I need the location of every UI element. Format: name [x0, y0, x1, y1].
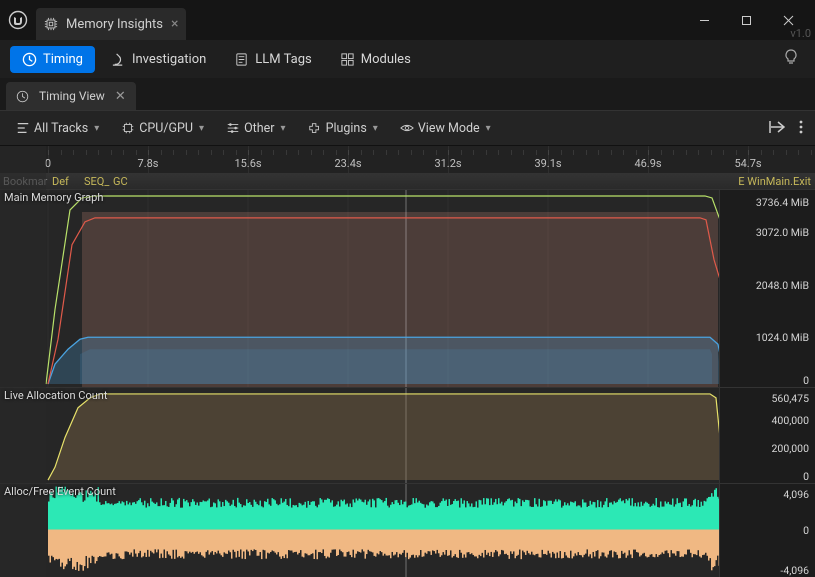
time-tick: 31.2s	[434, 157, 461, 170]
chevron-down-icon: ▾	[486, 123, 491, 134]
time-tick: 46.9s	[634, 157, 661, 170]
y-axis: 560,475 400,000 200,000 0	[719, 388, 815, 483]
clock-icon	[16, 90, 29, 103]
mode-modules[interactable]: Modules	[328, 46, 423, 73]
cpu-icon	[121, 121, 135, 135]
y-tick: 400,000	[772, 414, 809, 427]
subtab-timing-view[interactable]: Timing View ✕	[6, 82, 136, 110]
bookmark[interactable]: GC	[113, 174, 128, 189]
microscope-icon	[111, 52, 126, 67]
y-tick: 0	[803, 374, 809, 387]
clock-icon	[22, 52, 37, 67]
y-tick: 3072.0 MiB	[756, 226, 809, 239]
close-icon[interactable]: ×	[171, 16, 178, 32]
mode-label: Modules	[361, 52, 411, 67]
close-window-button[interactable]	[767, 5, 809, 35]
more-options-button[interactable]	[795, 115, 807, 142]
mode-investigation[interactable]: Investigation	[99, 46, 218, 73]
track-alloc-free[interactable]: Alloc/Free Event Count 4,096 0 -4,096	[0, 483, 815, 577]
filter-plugins[interactable]: Plugins ▾	[300, 117, 386, 140]
filter-cpu-gpu[interactable]: CPU/GPU ▾	[113, 117, 212, 140]
y-tick: 2048.0 MiB	[756, 279, 809, 292]
y-axis: 3736.4 MiB 3072.0 MiB 2048.0 MiB 1024.0 …	[719, 190, 815, 387]
notes-icon	[234, 52, 249, 67]
sliders-icon	[226, 121, 240, 135]
bookmark[interactable]: E WinMain.Exit	[738, 174, 811, 189]
lightbulb-icon	[783, 49, 799, 65]
time-tick: 54.7s	[734, 157, 761, 170]
mode-label: Investigation	[132, 52, 206, 67]
alloc-free-chart	[0, 484, 815, 577]
y-tick: 200,000	[772, 442, 809, 455]
maximize-button[interactable]	[725, 5, 767, 35]
subtab-row: Timing View ✕	[0, 78, 815, 110]
filter-all-tracks[interactable]: All Tracks ▾	[8, 117, 107, 140]
filter-toolbar: All Tracks ▾ CPU/GPU ▾ Other ▾ Plugins ▾ Vie…	[0, 110, 815, 146]
y-tick: 4,096	[783, 488, 809, 501]
chevron-down-icon: ▾	[94, 123, 99, 134]
dock-right-button[interactable]	[765, 115, 789, 142]
mode-timing[interactable]: Timing	[10, 46, 95, 73]
y-tick: 560,475	[772, 392, 809, 405]
chip-icon	[44, 17, 58, 31]
filter-label: Other	[244, 121, 274, 136]
app-tab-memory-insights[interactable]: Memory Insights ×	[36, 8, 186, 40]
app-logo	[0, 0, 36, 40]
filter-label: All Tracks	[34, 121, 88, 136]
track-title: Bookmar	[3, 174, 47, 189]
y-tick: -4,096	[780, 564, 809, 577]
y-tick: 1024.0 MiB	[756, 331, 809, 344]
track-main-memory[interactable]: Main Memory Graph 3736.4 MiB 3072.0 MiB …	[0, 189, 815, 387]
time-tick: 23.4s	[334, 157, 361, 170]
subtab-label: Timing View	[39, 89, 105, 103]
y-tick: 3736.4 MiB	[756, 196, 809, 209]
chevron-down-icon: ▾	[281, 123, 286, 134]
track-live-allocation[interactable]: Live Allocation Count 560,475 400,000 20…	[0, 387, 815, 483]
app-tab-label: Memory Insights	[66, 17, 163, 32]
bookmark[interactable]: SEQ_	[84, 174, 109, 189]
y-tick: 0	[803, 470, 809, 483]
close-icon[interactable]: ✕	[115, 89, 126, 104]
mode-toolbar: Timing Investigation LLM Tags Modules	[0, 40, 815, 78]
time-tick: 0	[45, 157, 51, 170]
time-tick: 15.6s	[234, 157, 261, 170]
mode-label: LLM Tags	[255, 52, 311, 67]
mode-label: Timing	[43, 52, 83, 67]
time-tick: 7.8s	[138, 157, 159, 170]
filter-other[interactable]: Other ▾	[218, 117, 293, 140]
bookmarks-track[interactable]: Bookmar Def SEQ_ GC E WinMain.Exit	[0, 174, 815, 189]
filter-label: Plugins	[326, 121, 367, 136]
timeline-view[interactable]: 0 7.8s 15.6s 23.4s 31.2s 39.1s 46.9s 54.7s Book…	[0, 146, 815, 577]
bookmark[interactable]: Def	[52, 174, 69, 189]
hints-button[interactable]	[777, 45, 805, 73]
time-tick: 39.1s	[534, 157, 561, 170]
y-tick: 0	[803, 524, 809, 537]
track-title: Main Memory Graph	[4, 191, 103, 204]
live-alloc-chart	[0, 388, 815, 483]
memory-chart	[0, 190, 815, 387]
filter-view-mode[interactable]: View Mode ▾	[392, 117, 499, 140]
time-ruler[interactable]: 0 7.8s 15.6s 23.4s 31.2s 39.1s 46.9s 54.7s	[0, 146, 815, 174]
y-axis: 4,096 0 -4,096	[719, 484, 815, 577]
tracks-icon	[16, 121, 30, 135]
chevron-down-icon: ▾	[199, 123, 204, 134]
plugin-icon	[308, 121, 322, 135]
mode-llm-tags[interactable]: LLM Tags	[222, 46, 323, 73]
title-bar: Memory Insights × v1.0	[0, 0, 815, 40]
eye-icon	[400, 121, 414, 135]
modules-icon	[340, 52, 355, 67]
filter-label: View Mode	[418, 121, 480, 136]
filter-label: CPU/GPU	[139, 121, 193, 136]
track-title: Live Allocation Count	[4, 389, 107, 402]
chevron-down-icon: ▾	[373, 123, 378, 134]
minimize-button[interactable]	[683, 5, 725, 35]
track-title: Alloc/Free Event Count	[4, 485, 116, 498]
